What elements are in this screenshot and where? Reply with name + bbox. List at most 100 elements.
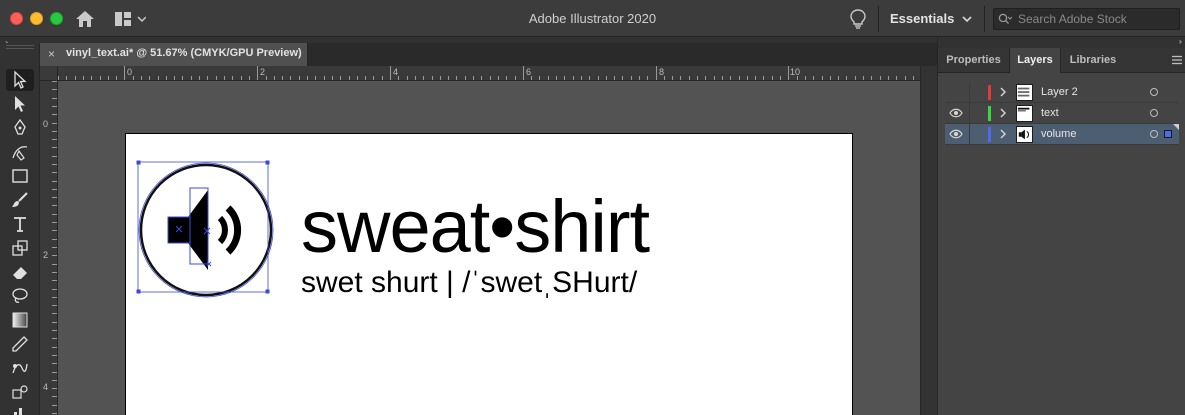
layer-row-text[interactable]: text — [945, 103, 1179, 124]
close-tab-icon[interactable]: × — [48, 47, 55, 61]
scale-icon — [12, 240, 28, 256]
lock-column[interactable] — [969, 124, 970, 145]
workspace-switcher[interactable]: Essentials — [890, 11, 954, 26]
collapse-panel-icon[interactable]: ›› — [1179, 37, 1183, 46]
grid-layout-icon[interactable] — [114, 11, 146, 27]
ruler-label: 8 — [659, 67, 665, 77]
panel-grip[interactable] — [6, 45, 34, 49]
direct-selection-tool[interactable] — [6, 93, 34, 115]
panel-header-strip: ›› — [938, 37, 1185, 48]
home-icon[interactable] — [74, 9, 96, 29]
lasso-tool[interactable] — [6, 285, 34, 307]
type-tool[interactable] — [6, 213, 34, 235]
eye-icon[interactable] — [949, 108, 963, 118]
layer-target-circle[interactable] — [1150, 109, 1158, 117]
layer-thumbnail — [1016, 126, 1033, 143]
speaker-volume-artwork[interactable] — [136, 160, 276, 300]
eraser-tool[interactable] — [6, 261, 34, 283]
symbol-sprayer-tool[interactable] — [6, 381, 34, 403]
pronunciation-text[interactable]: swet shurt | /ˈswetˌSHurt/ — [301, 267, 637, 299]
graph-icon — [14, 408, 22, 415]
layer-row-layer-2[interactable]: Layer 2 — [945, 82, 1179, 103]
tab-layers[interactable]: Layers — [1009, 48, 1061, 73]
artboard[interactable]: sweat•shirt swet shurt | /ˈswetˌSHurt/ — [125, 133, 853, 415]
layer-thumbnail — [1016, 84, 1033, 101]
separator — [984, 6, 985, 32]
layer-color-bar — [988, 85, 991, 100]
panel-menu-icon[interactable] — [1171, 55, 1183, 65]
gradient-tool[interactable] — [6, 309, 34, 331]
selection-arrow-icon — [14, 70, 27, 89]
separator — [878, 6, 879, 32]
horizontal-ruler[interactable]: 0 2 4 6 8 10 — [58, 66, 920, 81]
scale-tool[interactable] — [6, 237, 34, 259]
blend-icon — [12, 363, 28, 374]
ruler-ticks — [52, 81, 57, 414]
selection-indicator[interactable] — [1164, 130, 1172, 138]
canvas-area[interactable]: sweat•shirt swet shurt | /ˈswetˌSHurt/ — [58, 81, 920, 415]
thumbnail-preview — [1017, 87, 1030, 97]
document-tab-label: vinyl_text.ai* @ 51.67% (CMYK/GPU Previe… — [66, 47, 302, 59]
zoom-window-button[interactable] — [50, 12, 63, 25]
headword-text[interactable]: sweat•shirt — [301, 190, 650, 264]
eyedropper-icon — [12, 336, 28, 352]
document-tab-bar: × vinyl_text.ai* @ 51.67% (CMYK/GPU Prev… — [40, 43, 937, 66]
tools-panel — [0, 43, 40, 415]
paintbrush-tool[interactable] — [6, 189, 34, 211]
layer-name[interactable]: text — [1041, 107, 1059, 119]
panel-tabs: Properties Layers Libraries — [938, 48, 1185, 73]
vertical-ruler[interactable]: 0 2 4 — [40, 81, 58, 415]
curvature-tool[interactable] — [6, 141, 34, 163]
layer-name[interactable]: Layer 2 — [1041, 86, 1078, 98]
eraser-icon — [13, 267, 27, 279]
paintbrush-icon — [12, 192, 28, 207]
selection-tool[interactable] — [6, 69, 34, 91]
chevron-right-icon[interactable] — [998, 86, 1008, 98]
lock-column[interactable] — [969, 82, 970, 103]
layer-color-bar — [988, 127, 991, 142]
lasso-icon — [12, 288, 28, 303]
speaker-icon — [1018, 129, 1029, 140]
ruler-label: 6 — [526, 67, 532, 77]
column-graph-tool[interactable] — [6, 403, 34, 415]
search-input[interactable] — [1018, 11, 1176, 27]
vertical-scrollbar[interactable] — [920, 66, 937, 415]
search-icon — [998, 13, 1012, 24]
curvature-icon — [12, 146, 28, 161]
tab-properties[interactable]: Properties — [938, 48, 1009, 73]
selected-art-corner — [1173, 124, 1179, 130]
tab-libraries[interactable]: Libraries — [1061, 48, 1125, 73]
layer-name[interactable]: volume — [1041, 128, 1076, 140]
thumbnail-preview — [1017, 107, 1030, 112]
ruler-label: 0 — [43, 119, 49, 129]
ruler-label: 10 — [790, 67, 801, 77]
rectangle-icon — [12, 169, 28, 183]
ruler-label: 4 — [43, 382, 49, 392]
ruler-origin[interactable] — [40, 66, 58, 81]
lightbulb-icon[interactable] — [849, 9, 867, 29]
pen-tool[interactable] — [6, 117, 34, 139]
type-icon — [14, 217, 26, 232]
layer-target-circle[interactable] — [1150, 130, 1158, 138]
document-tab[interactable]: × vinyl_text.ai* @ 51.67% (CMYK/GPU Prev… — [40, 43, 308, 66]
layer-thumbnail — [1016, 105, 1033, 122]
symbol-sprayer-icon — [12, 385, 28, 399]
chevron-down-icon[interactable] — [962, 14, 972, 24]
close-window-button[interactable] — [10, 12, 23, 25]
eye-icon[interactable] — [949, 129, 963, 139]
title-bar: Adobe Illustrator 2020 Essentials — [0, 0, 1185, 37]
blend-tool[interactable] — [6, 357, 34, 379]
layer-row-volume[interactable]: volume — [945, 124, 1179, 145]
lock-column[interactable] — [969, 103, 970, 124]
chevron-right-icon[interactable] — [998, 128, 1008, 140]
minimize-window-button[interactable] — [30, 12, 43, 25]
chevron-right-icon[interactable] — [998, 107, 1008, 119]
eyedropper-tool[interactable] — [6, 333, 34, 355]
rectangle-tool[interactable] — [6, 165, 34, 187]
ruler-label: 0 — [127, 67, 133, 77]
ruler-label: 2 — [260, 67, 266, 77]
direct-selection-icon — [15, 96, 25, 112]
stock-search[interactable] — [993, 8, 1180, 30]
layers-panel-dock: ›› Properties Layers Libraries Layer 2 t… — [937, 37, 1185, 415]
layer-target-circle[interactable] — [1150, 88, 1158, 96]
